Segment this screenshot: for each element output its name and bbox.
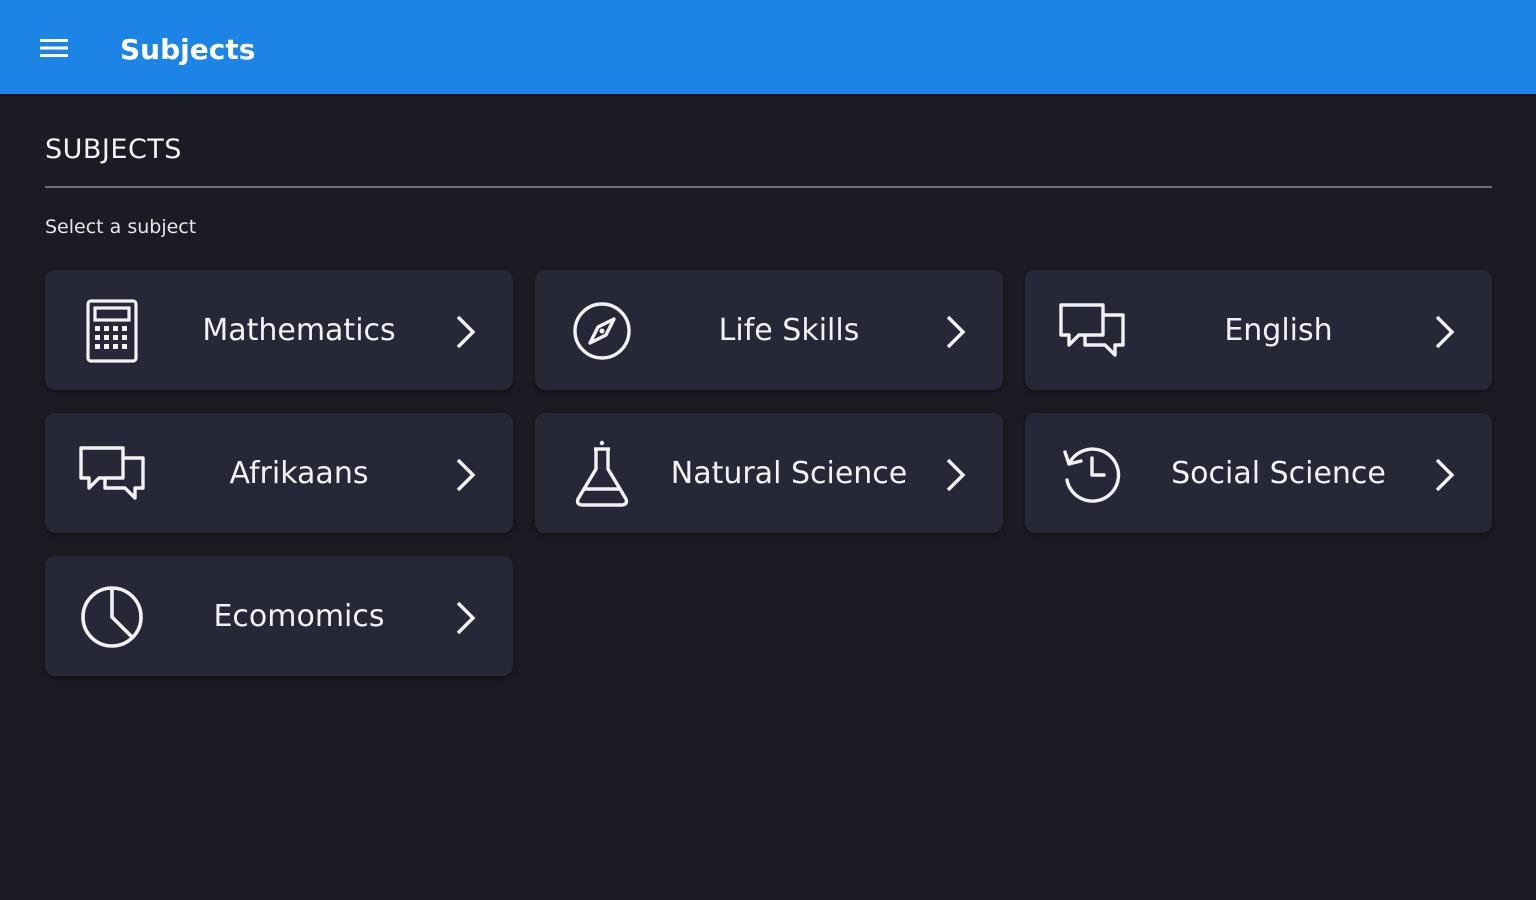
- history-clock-icon: [1057, 442, 1127, 506]
- hamburger-menu-icon: [40, 39, 68, 57]
- subject-label: Afrikaans: [229, 455, 369, 491]
- subject-card-afrikaans[interactable]: Afrikaans: [45, 413, 513, 533]
- subject-grid: Mathematics Life Skills English Afrikaan…: [45, 270, 1492, 676]
- section-title: SUBJECTS: [45, 134, 182, 165]
- app-bar: Subjects: [0, 0, 1536, 96]
- flask-icon: [567, 440, 637, 507]
- subject-label: Life Skills: [718, 312, 860, 348]
- subject-label: Mathematics: [202, 312, 396, 348]
- calculator-icon: [77, 299, 147, 363]
- subject-card-mathematics[interactable]: Mathematics: [45, 270, 513, 390]
- chevron-right-icon: [456, 315, 476, 349]
- section-subtitle: Select a subject: [45, 216, 197, 238]
- subject-label: Social Science: [1171, 455, 1386, 491]
- subject-label: English: [1224, 312, 1333, 348]
- subject-card-life-skills[interactable]: Life Skills: [535, 270, 1003, 390]
- compass-icon: [567, 299, 637, 363]
- section-divider: [45, 186, 1492, 188]
- chat-bubbles-icon: [1057, 299, 1127, 363]
- chat-bubbles-icon: [77, 442, 147, 506]
- subject-card-ecomomics[interactable]: Ecomomics: [45, 556, 513, 676]
- chevron-right-icon: [456, 601, 476, 635]
- subject-card-english[interactable]: English: [1025, 270, 1492, 390]
- subject-card-natural-science[interactable]: Natural Science: [535, 413, 1003, 533]
- subject-label: Ecomomics: [213, 598, 385, 634]
- menu-button[interactable]: [30, 28, 78, 68]
- chevron-right-icon: [456, 458, 476, 492]
- pie-chart-icon: [77, 585, 147, 649]
- chevron-right-icon: [946, 315, 966, 349]
- chevron-right-icon: [946, 458, 966, 492]
- chevron-right-icon: [1435, 458, 1455, 492]
- chevron-right-icon: [1435, 315, 1455, 349]
- subject-card-social-science[interactable]: Social Science: [1025, 413, 1492, 533]
- app-title: Subjects: [120, 33, 256, 66]
- subject-label: Natural Science: [670, 455, 908, 491]
